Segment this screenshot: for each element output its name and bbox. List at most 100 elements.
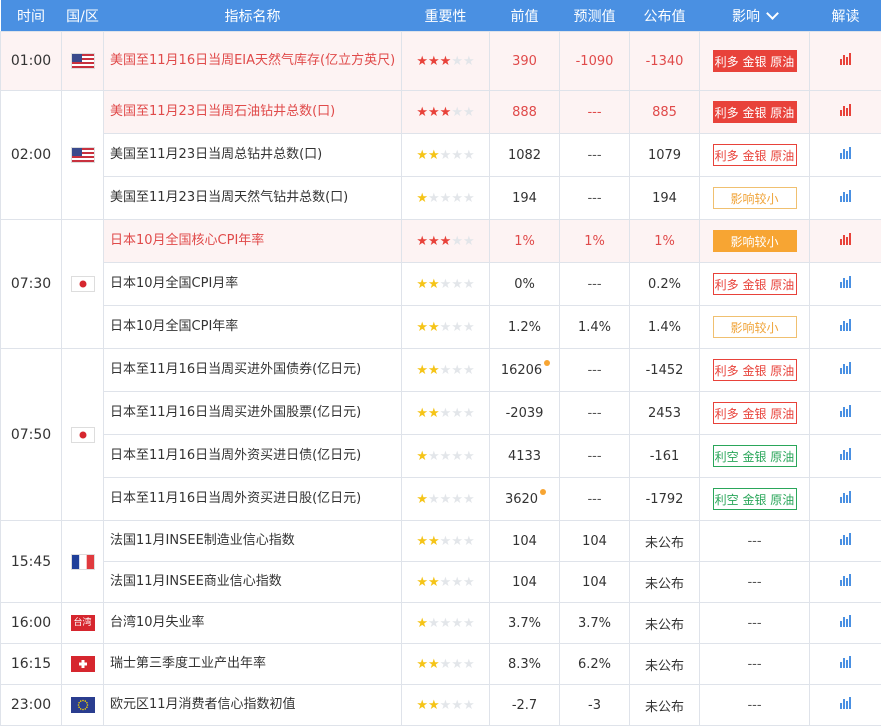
actual-value: 未公布 [629, 643, 700, 685]
indicator-name[interactable]: 瑞士第三季度工业产出年率 [103, 643, 402, 685]
previous-value-cell: 16206 [489, 348, 560, 392]
flag-cell: 台湾 [61, 602, 104, 644]
chart-icon[interactable] [840, 491, 851, 503]
chart-icon[interactable] [840, 104, 851, 116]
col-impact[interactable]: 影响 [699, 0, 810, 32]
chart-icon[interactable] [840, 362, 851, 374]
importance-stars: ★★★★★ [401, 348, 490, 392]
chevron-down-icon[interactable] [766, 6, 779, 20]
impact-cell: 利多 金银 原油 [699, 31, 810, 91]
table-row[interactable]: 美国至11月23日当周天然气钻井总数(口) ★★★★★ 194 --- 194 … [1, 176, 881, 220]
impact-cell: 利多 金银 原油 [699, 262, 810, 306]
importance-stars: ★★★★★ [401, 643, 490, 685]
eu-flag-icon [70, 697, 95, 713]
table-row[interactable]: 16:15 瑞士第三季度工业产出年率 ★★★★★ 8.3% 6.2% 未公布 -… [0, 643, 881, 685]
table-row[interactable]: 法国11月INSEE商业信心指数 ★★★★★ 104 104 未公布 --- [1, 561, 881, 603]
table-row[interactable]: 01:00 美国至11月16日当周EIA天然气库存(亿立方英尺) ★★★★★ 3… [0, 31, 881, 91]
table-row[interactable]: 02:00 美国至11月23日当周石油钻井总数(口) ★★★★★ 888 ---… [0, 90, 881, 220]
interpret-cell[interactable] [809, 602, 881, 644]
table-row[interactable]: 23:00 欧元区11月消费者信心指数初值 ★★★★★ -2.7 -3 未公布 … [0, 684, 881, 726]
table-row[interactable]: 16:00 台湾 台湾10月失业率 ★★★★★ 3.7% 3.7% 未公布 --… [0, 602, 881, 644]
forecast-value: 1% [559, 219, 630, 263]
previous-value-cell: 3620 [489, 477, 560, 521]
table-row[interactable]: 日本至11月16日当周外资买进日股(亿日元) ★★★★★ 3620 --- -1… [1, 477, 881, 521]
chart-icon[interactable] [840, 533, 851, 545]
table-row[interactable]: 日本10月全国CPI月率 ★★★★★ 0% --- 0.2% 利多 金银 原油 [1, 262, 881, 306]
us-flag-icon [70, 147, 95, 163]
impact-badge: 利多 金银 原油 [712, 402, 797, 424]
chart-icon[interactable] [840, 190, 851, 202]
chart-icon[interactable] [840, 276, 851, 288]
chart-icon[interactable] [840, 233, 851, 245]
interpret-cell[interactable] [809, 133, 881, 177]
interpret-cell[interactable] [809, 684, 881, 726]
impact-cell: --- [699, 520, 810, 562]
interpret-cell[interactable] [809, 643, 881, 685]
indicator-name[interactable]: 美国至11月16日当周EIA天然气库存(亿立方英尺) [103, 31, 402, 91]
interpret-cell[interactable] [809, 176, 881, 220]
impact-cell: --- [699, 602, 810, 644]
impact-cell: 影响较小 [699, 219, 810, 263]
interpret-cell[interactable] [809, 434, 881, 478]
chart-icon[interactable] [840, 697, 851, 709]
indicator-name[interactable]: 日本至11月16日当周买进外国债券(亿日元) [103, 348, 402, 392]
forecast-value: --- [559, 434, 630, 478]
indicator-name[interactable]: 法国11月INSEE商业信心指数 [103, 561, 402, 603]
indicator-name[interactable]: 美国至11月23日当周石油钻井总数(口) [103, 90, 402, 134]
forecast-value: 1.4% [559, 305, 630, 349]
impact-label: 影响 [732, 8, 760, 25]
indicator-name[interactable]: 日本10月全国CPI年率 [103, 305, 402, 349]
indicator-name[interactable]: 欧元区11月消费者信心指数初值 [103, 684, 402, 726]
indicator-name[interactable]: 台湾10月失业率 [103, 602, 402, 644]
previous-value: 888 [489, 90, 560, 134]
interpret-cell[interactable] [809, 262, 881, 306]
interpret-cell[interactable] [809, 31, 881, 91]
indicator-name[interactable]: 日本至11月16日当周外资买进日股(亿日元) [103, 477, 402, 521]
forecast-value: -1090 [559, 31, 630, 91]
table-row[interactable]: 日本10月全国CPI年率 ★★★★★ 1.2% 1.4% 1.4% 影响较小 [1, 305, 881, 349]
chart-icon[interactable] [840, 405, 851, 417]
switzerland-flag-icon [70, 656, 95, 672]
indicator-name[interactable]: 日本10月全国核心CPI年率 [103, 219, 402, 263]
table-row[interactable]: 07:30 日本10月全国核心CPI年率 ★★★★★ 1% 1% 1% 影响较小 [0, 219, 881, 349]
interpret-cell[interactable] [809, 520, 881, 562]
chart-icon[interactable] [840, 656, 851, 668]
table-row[interactable]: 07:50 日本至11月16日当周买进外国债券(亿日元) ★★★★★ 16206… [0, 348, 881, 521]
chart-icon[interactable] [840, 574, 851, 586]
interpret-cell[interactable] [809, 561, 881, 603]
impact-badge: 利空 金银 原油 [712, 445, 797, 467]
table-row[interactable]: 15:45 法国11月INSEE制造业信心指数 ★★★★★ 104 104 未公… [0, 520, 881, 603]
table-row[interactable]: 日本至11月16日当周外资买进日债(亿日元) ★★★★★ 4133 --- -1… [1, 434, 881, 478]
chart-icon[interactable] [840, 615, 851, 627]
importance-stars: ★★★★★ [401, 434, 490, 478]
indicator-name[interactable]: 日本至11月16日当周买进外国股票(亿日元) [103, 391, 402, 435]
chart-icon[interactable] [840, 448, 851, 460]
indicator-name[interactable]: 美国至11月23日当周天然气钻井总数(口) [103, 176, 402, 220]
previous-value: 4133 [489, 434, 560, 478]
interpret-cell[interactable] [809, 477, 881, 521]
impact-cell: 利多 金银 原油 [699, 133, 810, 177]
table-row[interactable]: 日本至11月16日当周买进外国股票(亿日元) ★★★★★ -2039 --- 2… [1, 391, 881, 435]
impact-cell: 影响较小 [699, 176, 810, 220]
interpret-cell[interactable] [809, 305, 881, 349]
indicator-name[interactable]: 美国至11月23日当周总钻井总数(口) [103, 133, 402, 177]
indicator-name[interactable]: 法国11月INSEE制造业信心指数 [103, 520, 402, 562]
indicator-name[interactable]: 日本10月全国CPI月率 [103, 262, 402, 306]
chart-icon[interactable] [840, 147, 851, 159]
forecast-value: 104 [559, 561, 630, 603]
flag-cell [61, 520, 104, 603]
interpret-cell[interactable] [809, 391, 881, 435]
actual-value: 未公布 [629, 684, 700, 726]
interpret-cell[interactable] [809, 219, 881, 263]
indicator-name[interactable]: 日本至11月16日当周外资买进日债(亿日元) [103, 434, 402, 478]
japan-flag-icon [70, 276, 95, 292]
table-row[interactable]: 美国至11月23日当周总钻井总数(口) ★★★★★ 1082 --- 1079 … [1, 133, 881, 177]
flag-cell [61, 219, 104, 349]
chart-icon[interactable] [840, 53, 851, 65]
interpret-cell[interactable] [809, 90, 881, 134]
impact-cell: --- [699, 643, 810, 685]
importance-stars: ★★★★★ [401, 219, 490, 263]
chart-icon[interactable] [840, 319, 851, 331]
interpret-cell[interactable] [809, 348, 881, 392]
importance-stars: ★★★★★ [401, 262, 490, 306]
